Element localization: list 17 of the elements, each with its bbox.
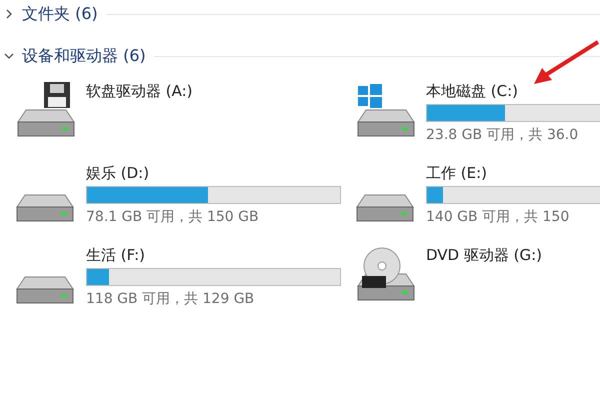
chevron-down-icon[interactable] xyxy=(4,51,14,61)
free-space-text: 140 GB 可用，共 150 xyxy=(426,208,570,226)
drive-name[interactable]: DVD 驱动器 (G:) xyxy=(426,246,542,264)
free-space-text: 118 GB 可用，共 129 GB xyxy=(86,290,256,308)
drive-name[interactable]: 软盘驱动器 (A:) xyxy=(86,82,193,100)
drive-name[interactable]: 生活 (F:) xyxy=(86,246,341,264)
chevron-right-icon[interactable] xyxy=(4,9,14,19)
hard-drive-icon xyxy=(356,194,414,222)
group-header[interactable]: 设备和驱动器 (6) xyxy=(22,46,146,66)
drive-name[interactable]: 本地磁盘 (C:) xyxy=(426,82,600,100)
free-space-text: 23.8 GB 可用，共 36.0 xyxy=(426,126,580,144)
drive-name[interactable]: 娱乐 (D:) xyxy=(86,164,341,182)
free-space-text: 78.1 GB 可用，共 150 GB xyxy=(86,208,260,226)
drive-name[interactable]: 工作 (E:) xyxy=(426,164,600,182)
hard-drive-icon xyxy=(16,194,74,222)
group-header[interactable]: 文件夹 (6) xyxy=(22,4,98,24)
hard-drive-icon xyxy=(16,276,74,304)
